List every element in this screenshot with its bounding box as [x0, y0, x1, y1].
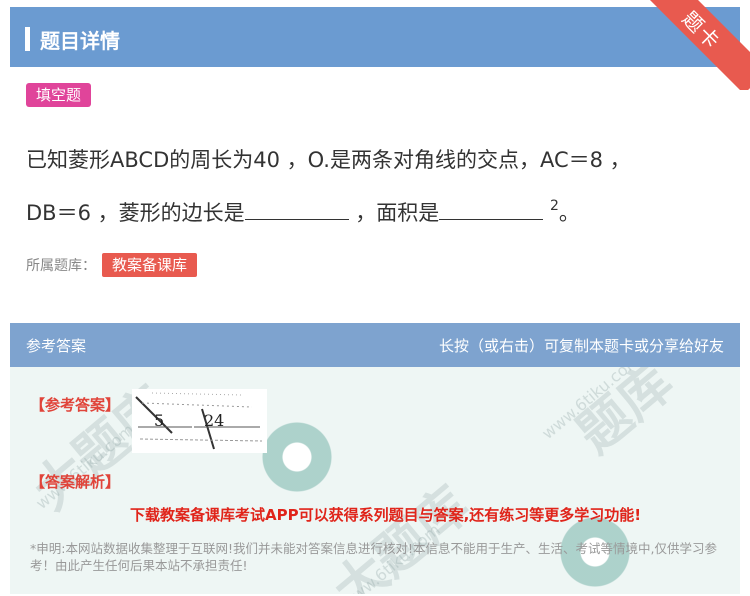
blank-1: [244, 189, 349, 220]
answer-value-1: 5: [154, 411, 165, 430]
page-header: 题目详情: [10, 7, 740, 67]
question-line-2-mid: ，面积是: [348, 201, 440, 225]
bank-label: 所属题库：: [26, 258, 96, 274]
ribbon-label: 题卡: [640, 0, 750, 90]
bank-tag[interactable]: 教案备课库: [102, 253, 198, 277]
question-line-1: 已知菱形ABCD的周长为40 ，O.是两条对角线的交点，AC＝8 ，: [26, 148, 631, 172]
disclaimer-text: *申明:本网站数据收集整理于互联网!我们并未能对答案信息进行核对!本信息不能用于…: [30, 541, 717, 573]
watermark-logo-text: 大题库: [322, 475, 481, 594]
answer-header-title: 参考答案: [26, 337, 87, 355]
answer-image-noise: [135, 392, 263, 450]
question-text: 已知菱形ABCD的周长为40 ，O.是两条对角线的交点，AC＝8 ， DB＝6 …: [26, 137, 726, 236]
question-type-tag: 填空题: [26, 83, 92, 107]
answer-panel: 大题库 www.6tiku.com 大题库 www.6tiku.com 题库 w…: [10, 367, 740, 594]
app-promo-text[interactable]: 下载教案备课库考试APP可以获得系列题目与答案,还有练习等更多学习功能!: [130, 504, 641, 525]
analysis-label: 【答案解析】: [30, 473, 121, 491]
answer-image: 5 24: [132, 389, 267, 453]
watermark-logo-icon: [262, 422, 332, 492]
reference-answer-label: 【参考答案】: [30, 396, 121, 414]
header-marker: [25, 27, 30, 51]
copy-share-hint[interactable]: 长按（或右击）可复制本题卡或分享给好友: [439, 335, 724, 356]
superscript: 2: [550, 198, 559, 214]
corner-ribbon: 题卡: [640, 0, 750, 90]
question-line-2: DB＝6 ，菱形的边长是 ，面积是 2。: [26, 183, 726, 236]
question-line-2-start: DB＝6 ，菱形的边长是: [26, 201, 245, 225]
bank-row: 所属题库： 教案备课库: [26, 253, 198, 277]
answer-value-2: 24: [204, 411, 225, 430]
answer-header: 参考答案 长按（或右击）可复制本题卡或分享给好友: [10, 323, 740, 367]
question-line-2-end: 。: [558, 201, 580, 225]
blank-2: [439, 189, 544, 220]
page-title: 题目详情: [40, 29, 120, 53]
